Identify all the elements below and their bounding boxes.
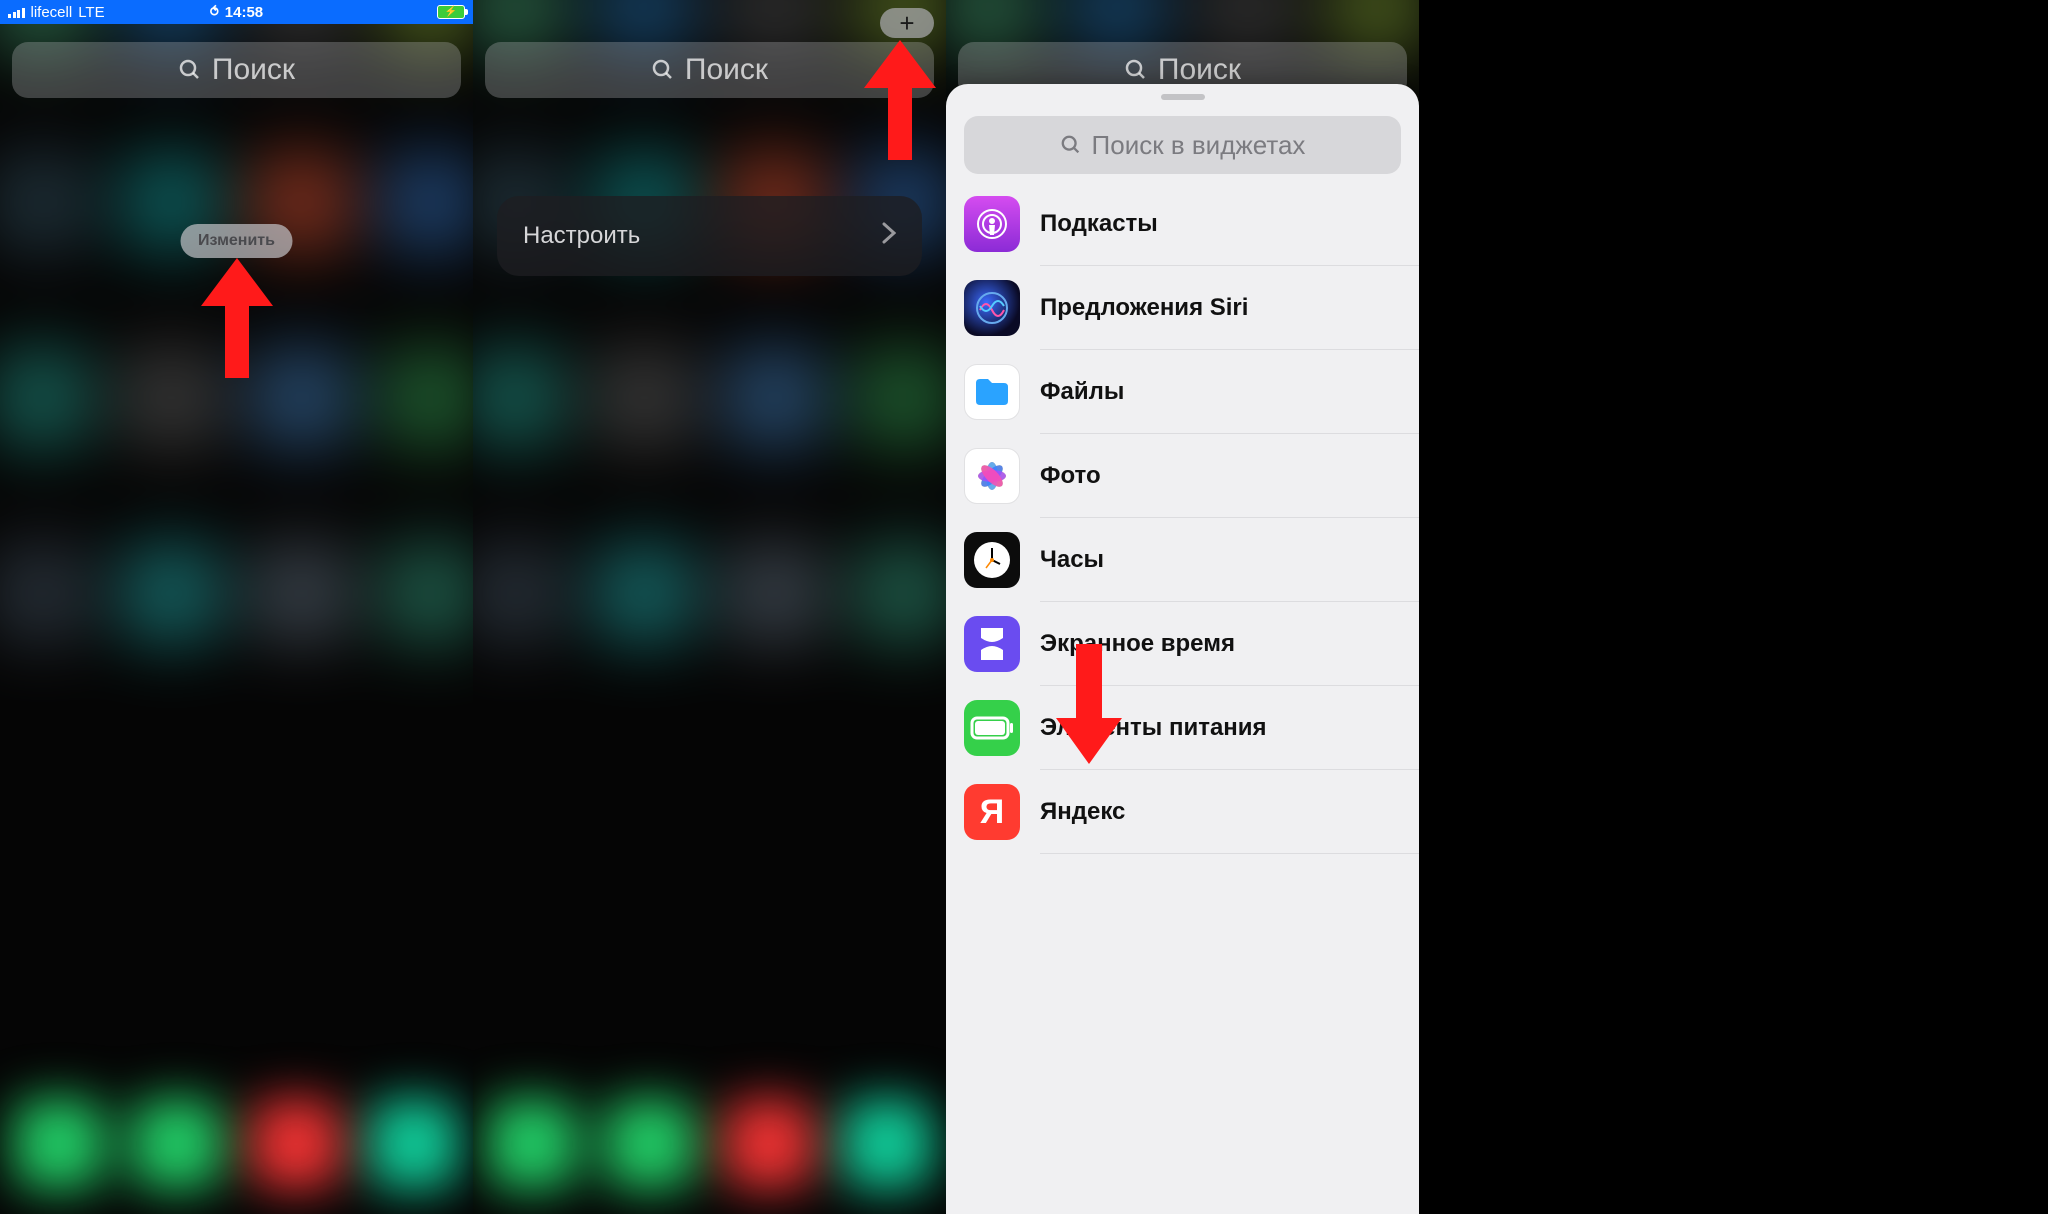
edit-button[interactable]: Изменить [180, 224, 293, 258]
hotspot-icon: ⥀ [210, 4, 219, 20]
clock-label: 14:58 [225, 4, 263, 21]
search-icon [651, 58, 675, 82]
carrier-label: lifecell [31, 4, 73, 21]
siri-icon [964, 280, 1020, 336]
photos-icon [964, 448, 1020, 504]
battery-icon: ⚡ [437, 5, 465, 19]
widget-label: Подкасты [1040, 210, 1158, 238]
annotation-arrow-icon [860, 40, 940, 160]
panel-step-2: + Поиск Настроить [473, 0, 946, 1214]
search-icon [1060, 134, 1082, 156]
widget-label: Предложения Siri [1040, 294, 1248, 322]
panel-step-1: lifecell LTE ⥀ 14:58 ⚡ Поиск Изменить [0, 0, 473, 1214]
widget-row-clock[interactable]: Часы [946, 518, 1419, 602]
widget-row-yandex[interactable]: Я Яндекс [946, 770, 1419, 854]
add-widget-button[interactable]: + [880, 8, 934, 38]
chevron-right-icon [882, 222, 896, 251]
widget-row-podcasts[interactable]: Подкасты [946, 182, 1419, 266]
widget-row-siri-suggestions[interactable]: Предложения Siri [946, 266, 1419, 350]
widget-picker-sheet: Поиск в виджетах Подкасты Предложения Si… [946, 84, 1419, 1214]
search-field[interactable]: Поиск [12, 42, 461, 98]
search-placeholder: Поиск [212, 53, 295, 87]
configure-label: Настроить [523, 222, 640, 250]
widget-label: Яндекс [1040, 798, 1125, 826]
panel-step-3: Поиск Поиск в виджетах Подкасты [946, 0, 1419, 1214]
files-icon [964, 364, 1020, 420]
yandex-icon: Я [964, 784, 1020, 840]
widget-label: Фото [1040, 462, 1101, 490]
annotation-arrow-icon [1054, 644, 1124, 764]
screen-time-icon [964, 616, 1020, 672]
configure-button[interactable]: Настроить [497, 196, 922, 276]
widget-label: Файлы [1040, 378, 1124, 406]
widget-row-screen-time[interactable]: Экранное время [946, 602, 1419, 686]
battery-icon [964, 700, 1020, 756]
widget-search-placeholder: Поиск в виджетах [1092, 130, 1306, 161]
widget-row-photos[interactable]: Фото [946, 434, 1419, 518]
widget-search-field[interactable]: Поиск в виджетах [964, 116, 1401, 174]
clock-icon [964, 532, 1020, 588]
podcasts-icon [964, 196, 1020, 252]
search-placeholder: Поиск [685, 53, 768, 87]
search-icon [178, 58, 202, 82]
annotation-arrow-icon [197, 258, 277, 378]
widget-label: Часы [1040, 546, 1104, 574]
plus-icon: + [899, 8, 914, 39]
search-icon [1124, 58, 1148, 82]
status-bar: lifecell LTE ⥀ 14:58 ⚡ [0, 0, 473, 24]
edit-button-label: Изменить [198, 232, 275, 249]
network-label: LTE [78, 4, 104, 21]
widget-row-batteries[interactable]: Элементы питания [946, 686, 1419, 770]
sheet-grabber[interactable] [1161, 94, 1205, 100]
widget-row-files[interactable]: Файлы [946, 350, 1419, 434]
search-placeholder: Поиск [1158, 53, 1241, 87]
widget-list: Подкасты Предложения Siri Файлы [946, 182, 1419, 1214]
signal-icon [8, 6, 25, 18]
